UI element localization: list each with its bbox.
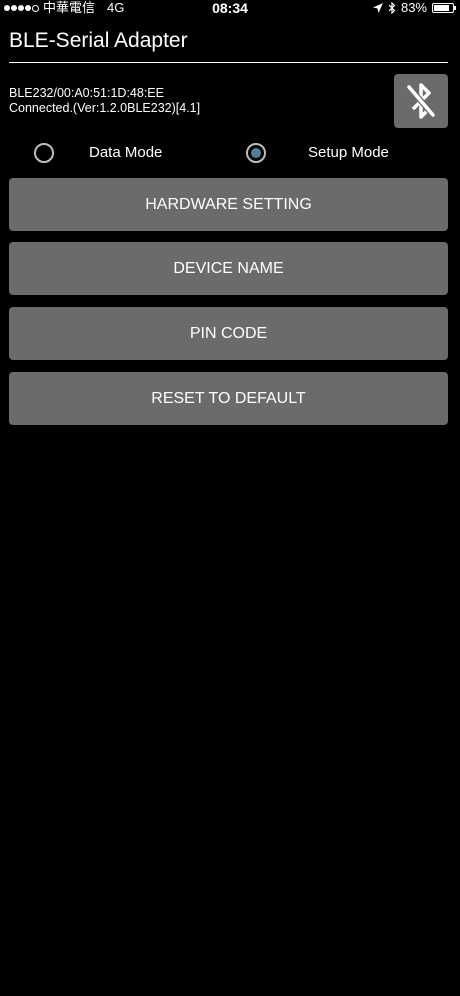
app-title: BLE-Serial Adapter [9,29,188,52]
battery-icon [432,3,456,13]
battery-percent: 83% [400,0,427,15]
device-address: BLE232/00:A0:51:1D:48:EE [9,86,164,100]
connection-status: Connected.(Ver:1.2.0BLE232)[4.1] [9,101,201,115]
hardware-setting-button[interactable]: HARDWARE SETTING [9,178,448,231]
title-divider [9,62,448,63]
status-right: 83% [372,0,456,16]
device-name-button[interactable]: DEVICE NAME [9,242,448,295]
setup-mode-label[interactable]: Setup Mode [308,144,389,162]
pin-code-button[interactable]: PIN CODE [9,307,448,360]
bluetooth-off-icon [406,83,436,119]
reset-to-default-button[interactable]: RESET TO DEFAULT [9,372,448,425]
battery-fill [434,5,449,11]
bluetooth-disconnect-button[interactable] [394,74,448,128]
bluetooth-status-icon [388,2,396,14]
location-arrow-icon [372,3,383,13]
status-bar: 中華電信 4G 08:34 83% [0,0,460,16]
data-mode-label[interactable]: Data Mode [89,144,162,162]
data-mode-radio[interactable] [34,143,54,163]
device-info: BLE232/00:A0:51:1D:48:EE Connected.(Ver:… [9,86,200,116]
setup-mode-radio[interactable] [246,143,266,163]
